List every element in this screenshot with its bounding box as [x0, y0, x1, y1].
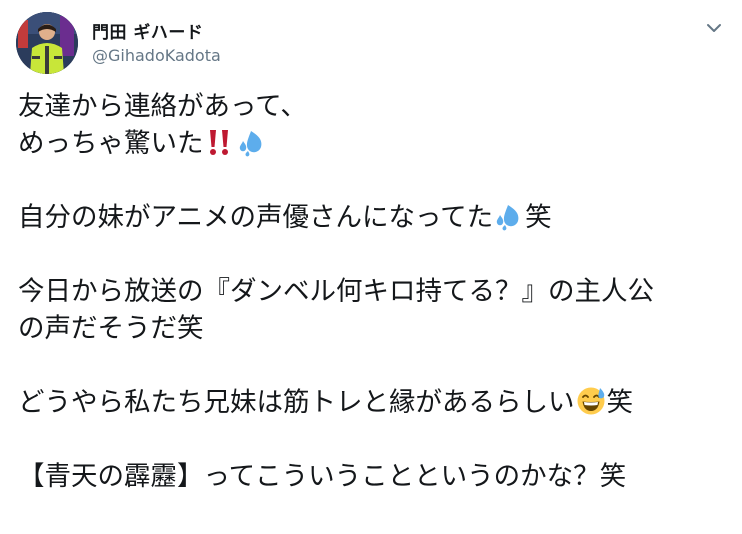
avatar[interactable] [16, 12, 78, 74]
tweet-line-text: めっちゃ驚いた [18, 128, 204, 159]
tweet-text: 友達から連絡があって、 めっちゃ驚いた 自分の妹がアニメの声優さんになってた 笑… [18, 88, 733, 495]
tweet-line: めっちゃ驚いた [18, 125, 733, 162]
profile-photo-icon [16, 12, 78, 74]
sweat-droplets-icon [494, 201, 524, 231]
tweet-line: 今日から放送の『ダンベル何キロ持てる？』の主人公 [18, 276, 654, 307]
tweet-line: どうやら私たち兄妹は筋トレと縁があるらしい 笑 [18, 384, 733, 421]
tweet-line-suffix: 笑 [525, 202, 552, 233]
tweet-line-text: どうやら私たち兄妹は筋トレと縁があるらしい [18, 387, 575, 418]
tweet-line-text: 自分の妹がアニメの声優さんになってた [18, 202, 494, 233]
user-handle[interactable]: @GihadoKadota [92, 46, 221, 65]
grinning-sweat-face-icon [576, 386, 606, 416]
sweat-droplets-icon [237, 127, 267, 157]
tweet-line-suffix: 笑 [606, 387, 634, 418]
tweet-line: 自分の妹がアニメの声優さんになってた 笑 [18, 199, 733, 236]
double-exclamation-icon [205, 127, 235, 157]
tweet-line: 【青天の霹靂】ってこういうことというのかな？笑 [18, 461, 627, 492]
tweet-card: 門田 ギハード @GihadoKadota 友達から連絡があって、 めっちゃ驚い… [0, 0, 742, 534]
chevron-down-icon[interactable] [704, 18, 724, 38]
tweet-line: 友達から連絡があって、 [18, 91, 307, 122]
display-name[interactable]: 門田 ギハード [92, 18, 203, 43]
tweet-line: の声だそうだ笑 [18, 313, 204, 344]
